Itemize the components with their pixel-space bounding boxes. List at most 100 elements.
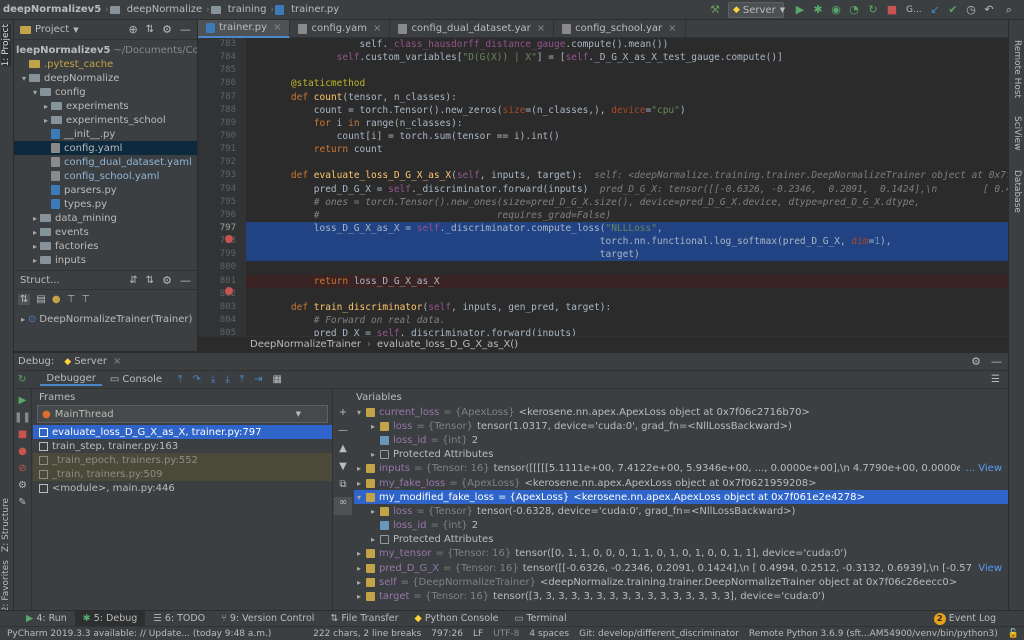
close-icon[interactable]: × bbox=[373, 23, 381, 34]
run-to-cursor-icon[interactable]: ⇥ bbox=[254, 374, 262, 385]
remote-host-tab[interactable]: Remote Host bbox=[1012, 40, 1022, 98]
code-area[interactable]: self._class_hausdorff_distance_gauge.com… bbox=[246, 38, 1008, 336]
stack-frame[interactable]: evaluate_loss_D_G_X_as_X, trainer.py:797 bbox=[33, 425, 332, 439]
chevron-down-icon[interactable]: ▾ bbox=[354, 408, 364, 417]
stack-frame[interactable]: <module>, main.py:446 bbox=[33, 481, 332, 495]
tool-todo[interactable]: ☰ 6: TODO bbox=[145, 611, 213, 627]
run-configuration-select[interactable]: ◆ Server ▼ bbox=[728, 2, 785, 18]
tree-item[interactable]: ▸ inputs bbox=[14, 253, 197, 267]
variable-row[interactable]: ▸ pred_D_G_X = {Tensor: 16} tensor([[-0.632… bbox=[354, 561, 1008, 575]
variable-row[interactable]: ▾ my_modified_fake_loss = {ApexLoss} <keros… bbox=[354, 490, 1008, 505]
close-icon[interactable]: × bbox=[273, 22, 281, 33]
file-encoding[interactable]: UTF-8 bbox=[488, 629, 524, 639]
structure-item-class[interactable]: ▸ ⊙ DeepNormalizeTrainer(Trainer) bbox=[18, 312, 192, 326]
chevron-right-icon[interactable]: ▸ bbox=[368, 450, 378, 459]
tree-item[interactable]: types.py bbox=[14, 197, 197, 211]
tree-item[interactable]: ▸ experiments_school bbox=[14, 113, 197, 127]
copy-icon[interactable]: ⧉ bbox=[334, 479, 352, 497]
tree-item[interactable]: ▾ config bbox=[14, 85, 197, 99]
stop-icon[interactable]: ■ bbox=[14, 429, 31, 440]
breadcrumb-module[interactable]: deepNormalize bbox=[124, 4, 205, 15]
variable-row[interactable]: ▸ target = {Tensor: 16} tensor([3, 3, 3, 3,… bbox=[354, 589, 1008, 603]
vcs-label[interactable]: G... bbox=[906, 5, 922, 15]
variable-row[interactable]: ▸ my_fake_loss = {ApexLoss} <kerosene.nn.ap… bbox=[354, 476, 1008, 490]
step-out-icon[interactable]: ⤒ bbox=[240, 374, 244, 385]
update-message[interactable]: PyCharm 2019.3.3 available: // Update...… bbox=[2, 629, 276, 639]
move-up-icon[interactable]: ▲ bbox=[334, 443, 352, 461]
thread-select[interactable]: ● MainThread ▼ bbox=[37, 405, 328, 423]
collapse-all-icon[interactable]: ⇅ bbox=[146, 275, 154, 286]
favorites-tool-tab[interactable]: 2: Favorites bbox=[1, 560, 11, 612]
layout-icon[interactable]: ☰ bbox=[991, 374, 1000, 385]
sort-visibility-icon[interactable]: ▤ bbox=[36, 294, 45, 305]
pin-icon[interactable]: ✎ bbox=[14, 497, 31, 508]
line-separator[interactable]: LF bbox=[468, 629, 488, 639]
tool-run[interactable]: ▶ 4: Run bbox=[18, 611, 75, 627]
search-icon[interactable]: ⌕ bbox=[1002, 3, 1016, 17]
chevron-right-icon[interactable]: ▸ bbox=[30, 242, 40, 251]
stack-frame[interactable]: _train_epoch, trainers.py:552 bbox=[33, 453, 332, 467]
expand-icon[interactable]: ⊤ bbox=[81, 294, 90, 305]
close-icon[interactable]: × bbox=[113, 356, 121, 367]
glasses-icon[interactable]: ∞ bbox=[334, 497, 352, 515]
variable-row[interactable]: loss_id = {int} 2 bbox=[354, 519, 1008, 533]
move-down-icon[interactable]: ▼ bbox=[334, 461, 352, 479]
variable-row[interactable]: ▾ current_loss = {ApexLoss} <kerosene.nn.ap… bbox=[354, 405, 1008, 419]
tree-item[interactable]: ▸ factories bbox=[14, 239, 197, 253]
python-interpreter[interactable]: Remote Python 3.6.9 (sft...AM54900/venv/… bbox=[744, 629, 1003, 639]
lock-icon[interactable]: 🔓 bbox=[1003, 629, 1024, 639]
collapse-icon[interactable]: ⇅ bbox=[146, 24, 154, 35]
git-branch[interactable]: Git: develop/different_discriminator bbox=[574, 629, 744, 639]
history-icon[interactable]: ◷ bbox=[964, 3, 978, 17]
breadcrumb-class[interactable]: DeepNormalizeTrainer bbox=[250, 339, 361, 350]
chevron-right-icon[interactable]: ▸ bbox=[354, 592, 364, 601]
view-link[interactable]: ... View bbox=[966, 463, 1002, 474]
structure-panel-title[interactable]: Struct... bbox=[20, 275, 60, 286]
tree-item[interactable]: ▸ experiments bbox=[14, 99, 197, 113]
step-into-my-code-icon[interactable]: ⤓ bbox=[225, 374, 229, 385]
step-into-icon[interactable]: ⤓ bbox=[211, 374, 215, 385]
breakpoint-icon[interactable] bbox=[225, 287, 233, 295]
rerun-icon[interactable]: ↻ bbox=[866, 3, 880, 17]
variable-row[interactable]: ▸ self = {DeepNormalizeTrainer} <deepNormal… bbox=[354, 575, 1008, 589]
close-icon[interactable]: × bbox=[537, 23, 545, 34]
chevron-right-icon[interactable]: ▸ bbox=[30, 214, 40, 223]
sort-alpha-icon[interactable]: ⇅ bbox=[18, 293, 31, 305]
chevron-down-icon[interactable]: ▼ bbox=[73, 26, 78, 34]
sort-icon[interactable]: ⇵ bbox=[129, 275, 137, 286]
gear-icon[interactable]: ⚙ bbox=[162, 23, 172, 36]
run-icon[interactable]: ▶ bbox=[793, 3, 807, 17]
update-project-icon[interactable]: ↙ bbox=[928, 3, 942, 17]
chevron-right-icon[interactable]: ▸ bbox=[368, 422, 378, 431]
chevron-right-icon[interactable]: ▸ bbox=[368, 535, 378, 544]
coverage-icon[interactable]: ◉ bbox=[829, 3, 843, 17]
tab-config-yaml[interactable]: config.yam × bbox=[290, 19, 391, 38]
sciview-tab[interactable]: SciView bbox=[1012, 116, 1022, 151]
evaluate-icon[interactable]: ▦ bbox=[273, 374, 282, 385]
project-root[interactable]: leepNormalizev5 ~/Documents/Code/d bbox=[14, 43, 197, 57]
add-watch-icon[interactable]: + bbox=[334, 407, 352, 425]
caret-position[interactable]: 797:26 bbox=[426, 629, 468, 639]
remove-watch-icon[interactable]: — bbox=[334, 425, 352, 443]
variable-row[interactable]: ▸ loss = {Tensor} tensor(1.0317, device='cu… bbox=[354, 419, 1008, 433]
gear-icon[interactable]: ⚙ bbox=[971, 355, 981, 368]
show-execution-point-icon[interactable]: ⤒ bbox=[178, 374, 182, 385]
tool-terminal[interactable]: ▭ Terminal bbox=[507, 611, 575, 627]
breadcrumb-file[interactable]: trainer.py bbox=[288, 4, 342, 15]
tree-item[interactable]: .pytest_cache bbox=[14, 57, 197, 71]
tree-item[interactable]: ▸ events bbox=[14, 225, 197, 239]
stop-icon[interactable]: ■ bbox=[885, 3, 899, 17]
chevron-right-icon[interactable]: ▸ bbox=[354, 564, 364, 573]
variable-row[interactable]: ▸ inputs = {Tensor: 16} tensor([[[[[5.1111e… bbox=[354, 462, 1008, 476]
tab-console[interactable]: Console bbox=[122, 374, 162, 385]
rerun-icon[interactable]: ↻ bbox=[18, 374, 26, 385]
chevron-right-icon[interactable]: ▸ bbox=[41, 102, 51, 111]
project-tool-tab[interactable]: 1: Project bbox=[1, 24, 11, 67]
pause-icon[interactable]: ❚❚ bbox=[14, 412, 31, 423]
line-number-gutter[interactable]: 783 784 785 786 787 788 789 790 791 792 793 794 795 7… bbox=[198, 38, 246, 351]
fields-icon[interactable]: ● bbox=[52, 294, 61, 305]
chevron-down-icon[interactable]: ▾ bbox=[30, 88, 40, 97]
variable-row[interactable]: ▸ Protected Attributes bbox=[354, 448, 1008, 462]
debug-icon[interactable]: ✱ bbox=[811, 3, 825, 17]
tree-item[interactable]: __init__.py bbox=[14, 127, 197, 141]
